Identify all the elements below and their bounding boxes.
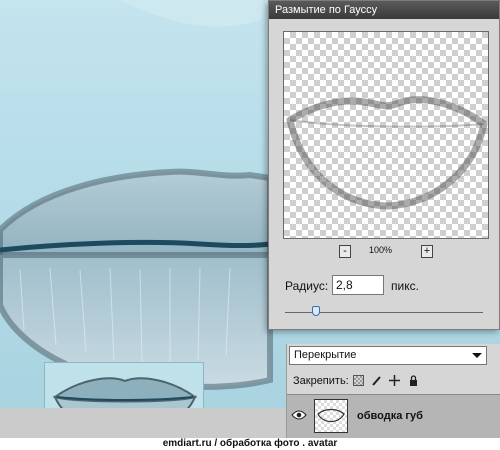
radius-slider-thumb[interactable] xyxy=(312,306,320,316)
blend-mode-select[interactable]: Перекрытие xyxy=(289,346,487,365)
blend-mode-value: Перекрытие xyxy=(294,349,357,361)
zoom-controls: - 100% + xyxy=(339,245,439,259)
layer-row[interactable]: обводка губ xyxy=(287,394,500,438)
eye-icon[interactable] xyxy=(291,409,307,421)
blur-preview[interactable] xyxy=(283,31,489,239)
layers-panel: Перекрытие Закрепить: обводка губ xyxy=(286,344,500,438)
move-lock-icon[interactable] xyxy=(389,375,400,386)
lock-label: Закрепить: xyxy=(293,375,349,387)
preview-lips-outline xyxy=(286,96,488,210)
layer-thumbnail[interactable] xyxy=(314,399,348,433)
transparent-pixels-lock-icon[interactable] xyxy=(353,375,364,386)
zoom-out-button[interactable]: - xyxy=(339,245,351,258)
radius-label: Радиус: xyxy=(285,279,329,293)
radius-input[interactable] xyxy=(332,275,384,295)
chevron-down-icon xyxy=(472,353,482,358)
layer-name[interactable]: обводка губ xyxy=(357,410,423,422)
radius-unit: пикс. xyxy=(391,279,419,293)
brush-lock-icon[interactable] xyxy=(371,375,382,386)
lock-all-icon[interactable] xyxy=(408,375,419,386)
gaussian-blur-dialog: Размытие по Гауссу - 100% + Радиус: пикс… xyxy=(268,0,500,330)
zoom-level: 100% xyxy=(369,245,393,255)
zoom-in-button[interactable]: + xyxy=(421,245,433,258)
footer-caption: emdiart.ru / обработка фото . avatar xyxy=(0,438,500,450)
dialog-title[interactable]: Размытие по Гауссу xyxy=(269,1,499,19)
